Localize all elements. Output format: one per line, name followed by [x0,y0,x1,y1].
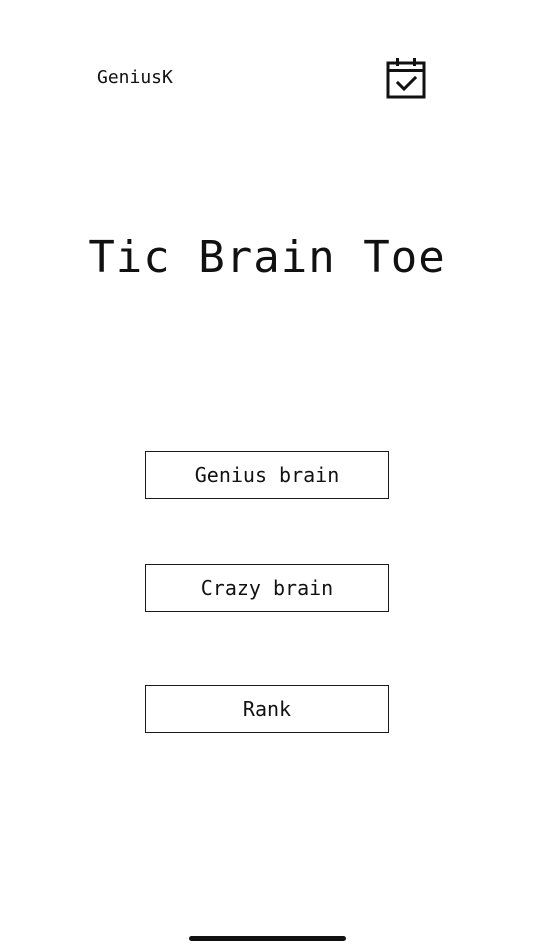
crazy-brain-button[interactable]: Crazy brain [145,564,389,612]
rank-button[interactable]: Rank [145,685,389,733]
calendar-button[interactable] [382,54,430,102]
page-title: Tic Brain Toe [88,232,446,283]
username-label: GeniusK [97,67,173,88]
genius-brain-button[interactable]: Genius brain [145,451,389,499]
calendar-check-icon [386,58,426,99]
home-indicator [189,936,346,941]
